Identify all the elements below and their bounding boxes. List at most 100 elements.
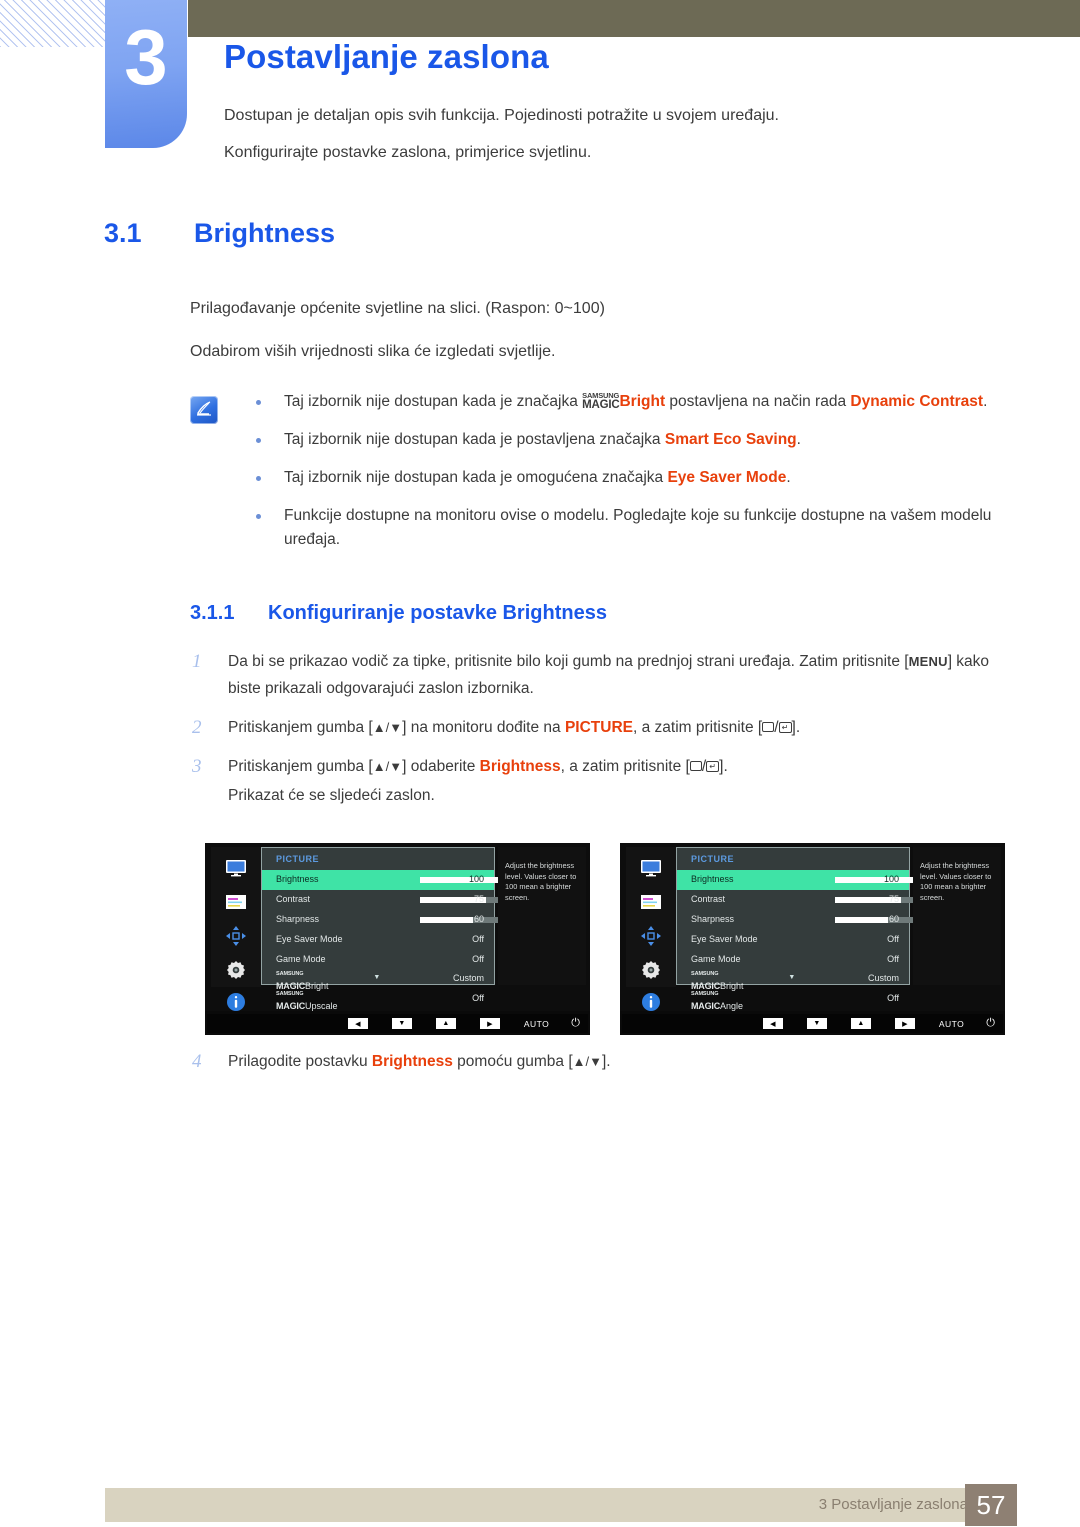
osd-button-bar: ◀ ▼ ▲ ▶ AUTO ⏻ — [207, 1014, 588, 1033]
magicupscale-logo: SAMSUNG MAGICUpscale — [276, 991, 338, 1013]
step-text-b: pomoću gumba [ — [452, 1053, 573, 1070]
enter-return-icon: ↵ — [778, 721, 792, 733]
osd-down-button[interactable]: ▼ — [806, 1018, 827, 1029]
subsection-heading: 3.1.1 Konfiguriranje postavke Brightness — [190, 602, 607, 625]
osd-row-value: 60 — [888, 914, 899, 924]
osd-row-eye-saver-mode[interactable]: Eye Saver Mode Off — [262, 930, 494, 950]
osd-row-brightness[interactable]: Brightness 100 — [262, 870, 508, 890]
chevron-down-icon[interactable]: ▼ — [373, 974, 380, 981]
osd-up-button[interactable]: ▲ — [850, 1018, 871, 1029]
osd-row-magicupscale[interactable]: SAMSUNG MAGICUpscale Off — [262, 989, 494, 1011]
step-highlight: Brightness — [479, 758, 561, 775]
osd-row-game-mode[interactable]: Game Mode Off — [262, 950, 494, 970]
chevron-down-icon[interactable]: ▼ — [788, 974, 795, 981]
monitor-icon[interactable] — [626, 855, 676, 881]
osd-button-bar: ◀ ▼ ▲ ▶ AUTO ⏻ — [622, 1014, 1003, 1033]
osd-row-value: 75 — [473, 894, 484, 904]
osd-auto-button[interactable]: AUTO — [939, 1019, 964, 1029]
osd-left-button[interactable]: ◀ — [762, 1018, 783, 1029]
osd-row-contrast[interactable]: Contrast 75 — [262, 890, 508, 910]
osd-row-contrast[interactable]: Contrast 75 — [677, 890, 923, 910]
osd-up-button[interactable]: ▲ — [435, 1018, 456, 1029]
chapter-subtitle-line1: Dostupan je detaljan opis svih funkcija.… — [224, 107, 779, 124]
step-text-b: ] odaberite — [402, 758, 480, 775]
decorative-hatch-pattern — [0, 0, 107, 47]
osd-auto-button[interactable]: AUTO — [524, 1019, 549, 1029]
osd-row-magicangle[interactable]: SAMSUNG MAGICAngle Off — [677, 989, 909, 1011]
footer-text: 3 Postavljanje zaslona — [818, 1496, 968, 1513]
osd-row-value: Off — [472, 934, 484, 944]
osd-slider[interactable] — [420, 917, 508, 923]
magic-main-label: MAGIC — [582, 399, 620, 411]
info-icon[interactable] — [626, 989, 676, 1015]
step-item-4: 4 Prilagodite postavku Brightness pomoću… — [190, 1048, 1020, 1075]
osd-row-game-mode[interactable]: Game Mode Off — [677, 950, 909, 970]
osd-menu-panel: PICTURE Brightness 100 Contrast 75 Sharp… — [676, 847, 923, 1011]
osd-row-value: Custom — [867, 973, 899, 983]
step-item-3: 3 Pritiskanjem gumba [▲/▼] odaberite Bri… — [190, 753, 1020, 809]
osd-right-button[interactable]: ▶ — [894, 1018, 915, 1029]
osd-row-value: 100 — [883, 874, 899, 884]
gear-icon[interactable] — [626, 957, 676, 983]
osd-left-button[interactable]: ◀ — [347, 1018, 368, 1029]
step-text-a: Prilagodite postavku — [228, 1053, 372, 1070]
osd-row-value: 60 — [473, 914, 484, 924]
color-bars-icon[interactable] — [211, 889, 261, 915]
step-item-2: 2 Pritiskanjem gumba [▲/▼] na monitoru d… — [190, 714, 1020, 741]
osd-row-brightness[interactable]: Brightness 100 — [677, 870, 923, 890]
osd-row-eye-saver-mode[interactable]: Eye Saver Mode Off — [677, 930, 909, 950]
updown-arrows-icon: ▲/▼ — [372, 759, 403, 774]
step-text-a: Pritiskanjem gumba [ — [228, 719, 373, 736]
step-text-c: ]. — [601, 1053, 611, 1070]
osd-right-button[interactable]: ▶ — [479, 1018, 500, 1029]
osd-row-sharpness[interactable]: Sharpness 60 — [262, 910, 508, 930]
section-paragraph-1: Prilagođavanje općenite svjetline na sli… — [190, 300, 605, 317]
note-pen-icon — [190, 396, 218, 424]
magic-samsung-label: SAMSUNG — [691, 971, 719, 977]
osd-slider[interactable] — [835, 877, 923, 883]
osd-slider[interactable] — [835, 917, 923, 923]
step-text-a: Pritiskanjem gumba [ — [228, 758, 373, 775]
osd-down-button[interactable]: ▼ — [391, 1018, 412, 1029]
osd-icon-rail — [626, 847, 676, 1011]
bullet-text-post: . — [786, 469, 791, 486]
osd-row-label: Brightness — [276, 874, 319, 884]
step-text-c: , a zatim pritisnite [ — [633, 719, 763, 736]
osd-figure-left: PICTURE Brightness 100 Contrast 75 Sharp… — [205, 843, 590, 1035]
step-text-d: ]. — [791, 719, 801, 736]
step-index: 1 — [192, 651, 202, 672]
enter-return-icon: ↵ — [706, 760, 720, 772]
info-icon[interactable] — [211, 989, 261, 1015]
osd-row-label: Upscale — [305, 1001, 338, 1011]
osd-row-label: Eye Saver Mode — [691, 934, 758, 944]
step-text-b: ] na monitoru dođite na — [402, 719, 565, 736]
section-heading: 3.1 Brightness — [104, 218, 335, 249]
osd-slider[interactable] — [420, 897, 508, 903]
position-arrows-icon[interactable] — [626, 923, 676, 949]
osd-row-label: Sharpness — [691, 914, 735, 924]
monitor-icon[interactable] — [211, 855, 261, 881]
osd-slider[interactable] — [835, 897, 923, 903]
bullet-highlight: Eye Saver Mode — [667, 469, 787, 486]
osd-row-sharpness[interactable]: Sharpness 60 — [677, 910, 923, 930]
step-item-1: 1 Da bi se prikazao vodič za tipke, prit… — [190, 648, 1020, 702]
osd-body: PICTURE Brightness 100 Contrast 75 Sharp… — [205, 843, 590, 1011]
magicangle-logo: SAMSUNG MAGICAngle — [691, 991, 743, 1013]
gear-icon[interactable] — [211, 957, 261, 983]
note-bullet-list: Taj izbornik nije dostupan kada je znača… — [240, 390, 1020, 566]
osd-row-value: Off — [472, 993, 484, 1003]
subsection-number: 3.1.1 — [190, 602, 235, 624]
osd-slider[interactable] — [420, 877, 508, 883]
chapter-subtitle-line2: Konfigurirajte postavke zaslona, primjer… — [224, 144, 592, 161]
magic-samsung-label: SAMSUNG — [691, 991, 719, 997]
power-icon[interactable]: ⏻ — [986, 1017, 995, 1030]
osd-row-value: Custom — [452, 973, 484, 983]
osd-row-label: Brightness — [691, 874, 734, 884]
magicbright-logo: SAMSUNG MAGIC — [582, 392, 620, 416]
osd-row-label: Angle — [720, 1001, 744, 1011]
position-arrows-icon[interactable] — [211, 923, 261, 949]
color-bars-icon[interactable] — [626, 889, 676, 915]
power-icon[interactable]: ⏻ — [571, 1017, 580, 1030]
osd-row-label: Game Mode — [276, 954, 326, 964]
osd-row-value: Off — [887, 954, 899, 964]
